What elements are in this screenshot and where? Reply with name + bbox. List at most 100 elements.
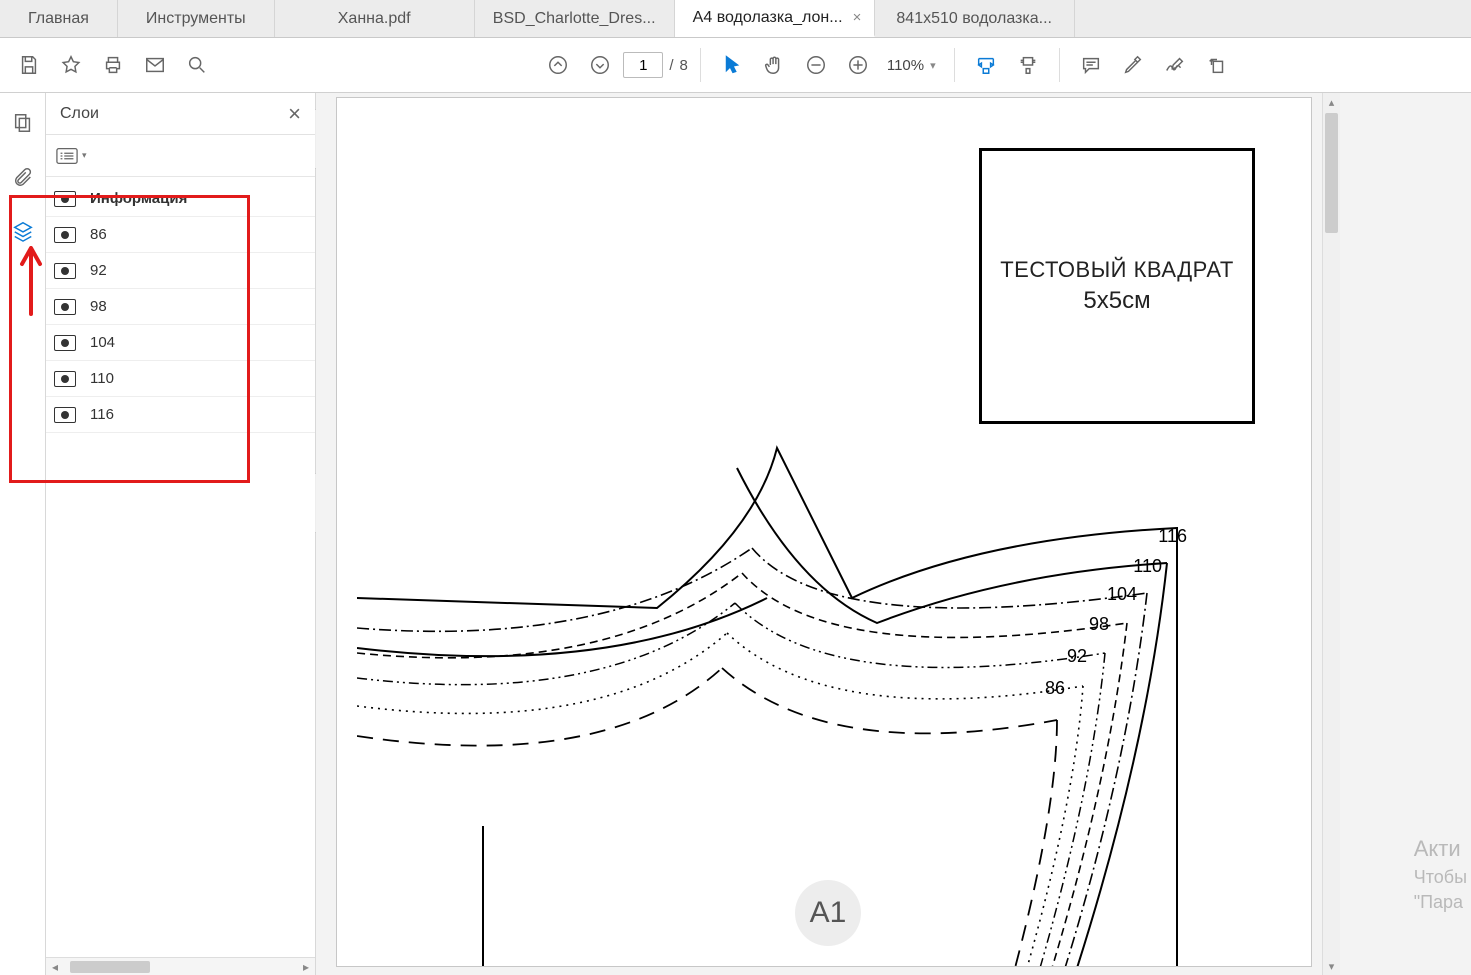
pdf-page[interactable]: ТЕСТОВЫЙ КВАДРАТ 5x5см [336, 97, 1312, 967]
tab-bar: Главная Инструменты Ханна.pdf BSD_Charlo… [0, 0, 1471, 38]
size-label-104: 104 [1107, 584, 1137, 605]
page-indicator: / 8 [623, 52, 688, 78]
page-current-input[interactable] [623, 52, 663, 78]
minus-circle-icon [805, 54, 827, 76]
doc-tab-1[interactable]: BSD_Charlotte_Dres... [475, 0, 675, 37]
layer-name: 98 [90, 298, 107, 315]
hand-icon [763, 54, 785, 76]
layer-name: 92 [90, 262, 107, 279]
scroll-left-icon[interactable]: ◂ [46, 960, 64, 974]
visibility-toggle[interactable] [54, 407, 76, 423]
app-tab-main[interactable]: Главная [0, 0, 118, 37]
thumbnails-icon [12, 112, 34, 134]
layer-row[interactable]: 98 [46, 289, 315, 325]
layer-row[interactable]: 86 [46, 217, 315, 253]
app-tab-tools[interactable]: Инструменты [118, 0, 275, 37]
comment-button[interactable] [1072, 46, 1110, 84]
mail-icon [144, 54, 166, 76]
star-button[interactable] [52, 46, 90, 84]
layer-name: 116 [90, 406, 114, 423]
page-down-button[interactable] [581, 46, 619, 84]
search-icon [186, 54, 208, 76]
save-icon [18, 54, 40, 76]
layer-row[interactable]: 92 [46, 253, 315, 289]
close-icon[interactable]: × [288, 101, 301, 127]
layers-panel-title: Слои [60, 105, 99, 123]
fit-page-icon [1017, 54, 1039, 76]
document-area: ТЕСТОВЫЙ КВАДРАТ 5x5см [316, 93, 1471, 975]
hand-tool[interactable] [755, 46, 793, 84]
rotate-page-icon [1206, 54, 1228, 76]
chevron-down-icon: ▾ [82, 150, 87, 161]
arrow-up-circle-icon [547, 54, 569, 76]
search-button[interactable] [178, 46, 216, 84]
size-label-86: 86 [1045, 678, 1065, 699]
mail-button[interactable] [136, 46, 174, 84]
layers-panel-toolbar: ▾ [46, 135, 315, 177]
star-icon [60, 54, 82, 76]
visibility-toggle[interactable] [54, 191, 76, 207]
workspace: Слои × ▾ Информация 86 92 [0, 93, 1471, 975]
list-options-icon [56, 147, 78, 165]
signature-icon [1164, 54, 1186, 76]
scroll-thumb[interactable] [1325, 113, 1338, 233]
highlight-button[interactable] [1114, 46, 1152, 84]
layer-name: 104 [90, 334, 115, 351]
visibility-toggle[interactable] [54, 299, 76, 315]
layer-row[interactable]: 116 [46, 397, 315, 433]
zoom-out-button[interactable] [797, 46, 835, 84]
page-up-button[interactable] [539, 46, 577, 84]
scroll-track[interactable] [1323, 111, 1340, 957]
doc-tab-2[interactable]: А4 водолазка_лон... × [675, 0, 875, 37]
select-tool[interactable] [713, 46, 751, 84]
zoom-select[interactable]: 110% ▾ [881, 57, 942, 74]
visibility-toggle[interactable] [54, 371, 76, 387]
fit-page-button[interactable] [1009, 46, 1047, 84]
visibility-toggle[interactable] [54, 263, 76, 279]
doc-tab-3[interactable]: 841x510 водолазка... [875, 0, 1075, 37]
scroll-down-icon[interactable]: ▾ [1329, 957, 1335, 975]
layers-button[interactable] [11, 219, 35, 243]
layers-icon [12, 220, 34, 242]
doc-tab-3-label: 841x510 водолазка... [896, 10, 1052, 28]
vertical-scrollbar[interactable]: ▴ ▾ [1322, 93, 1340, 975]
scroll-up-icon[interactable]: ▴ [1329, 93, 1335, 111]
separator [954, 48, 955, 82]
layer-row[interactable]: 104 [46, 325, 315, 361]
print-button[interactable] [94, 46, 132, 84]
size-label-92: 92 [1067, 646, 1087, 667]
scroll-right-icon[interactable]: ▸ [297, 960, 315, 974]
page-tile-label: A1 [810, 896, 847, 930]
layer-name: 86 [90, 226, 107, 243]
doc-tab-0[interactable]: Ханна.pdf [275, 0, 475, 37]
fit-width-button[interactable] [967, 46, 1005, 84]
visibility-toggle[interactable] [54, 227, 76, 243]
layer-row[interactable]: Информация [46, 181, 315, 217]
layers-list[interactable]: Информация 86 92 98 104 110 [46, 177, 315, 957]
zoom-in-button[interactable] [839, 46, 877, 84]
sewing-pattern: 116 110 104 98 92 86 [357, 348, 1297, 967]
scroll-thumb[interactable] [70, 961, 150, 973]
highlighter-icon [1122, 54, 1144, 76]
layers-view-options[interactable]: ▾ [56, 147, 87, 165]
doc-tab-2-label: А4 водолазка_лон... [693, 9, 843, 27]
attachments-button[interactable] [11, 165, 35, 189]
close-icon[interactable]: × [853, 9, 862, 26]
doc-tab-0-label: Ханна.pdf [338, 10, 411, 28]
thumbnails-button[interactable] [11, 111, 35, 135]
fit-width-icon [975, 54, 997, 76]
rotate-button[interactable] [1198, 46, 1236, 84]
signature-button[interactable] [1156, 46, 1194, 84]
cursor-icon [721, 54, 743, 76]
toolbar: / 8 110% ▾ [0, 38, 1471, 93]
panel-horizontal-scrollbar[interactable]: ◂ ▸ [46, 957, 315, 975]
layer-row[interactable]: 110 [46, 361, 315, 397]
separator [1059, 48, 1060, 82]
visibility-toggle[interactable] [54, 335, 76, 351]
grain-line [482, 826, 484, 966]
app-tab-tools-label: Инструменты [146, 10, 246, 28]
save-button[interactable] [10, 46, 48, 84]
print-icon [102, 54, 124, 76]
layers-panel: Слои × ▾ Информация 86 92 [46, 93, 316, 975]
page-sep: / [669, 57, 673, 74]
